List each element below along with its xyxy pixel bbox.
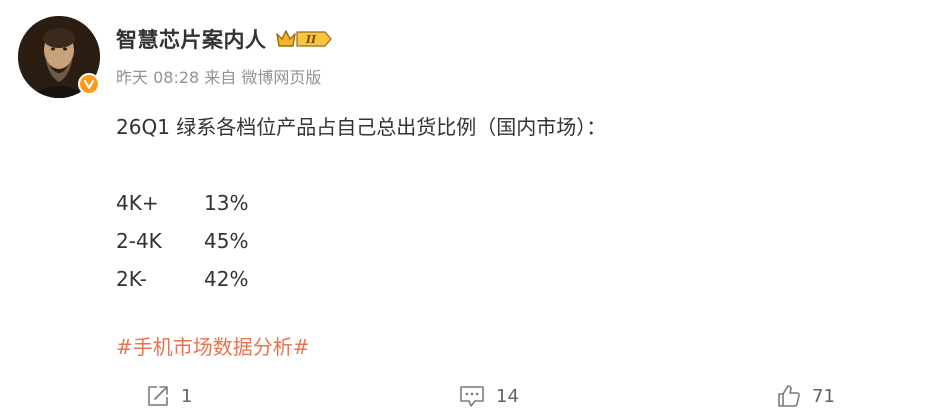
level-badge-text: II	[304, 33, 316, 46]
hashtag-link[interactable]: #手机市场数据分析#	[116, 328, 310, 366]
thumbs-up-icon	[776, 383, 802, 409]
share-row: 4K+ 13%	[116, 184, 606, 222]
post-source: 微博网页版	[241, 68, 322, 87]
share-tier: 2-4K	[116, 229, 162, 253]
share-percent: 45%	[204, 229, 249, 253]
like-button[interactable]: 71	[776, 380, 835, 412]
share-percent: 13%	[204, 191, 249, 215]
comment-icon	[458, 383, 486, 409]
share-tier: 4K+	[116, 191, 159, 215]
crown-level-icon: II	[275, 30, 332, 47]
comment-button[interactable]: 14	[458, 380, 519, 412]
verified-icon	[78, 73, 100, 95]
level-badge[interactable]: II	[275, 27, 335, 51]
share-count: 1	[181, 385, 193, 407]
author-name[interactable]: 智慧芯片案内人	[116, 24, 267, 54]
post-heading: 26Q1 绿系各档位产品占自己总出货比例（国内市场）：	[116, 115, 607, 139]
share-tier: 2K-	[116, 267, 147, 291]
share-row: 2-4K 45%	[116, 222, 606, 260]
post-time[interactable]: 昨天 08:28	[116, 64, 199, 88]
author-header: 智慧芯片案内人 II	[116, 24, 335, 54]
comment-count: 14	[496, 385, 519, 407]
source-prefix: 来自	[204, 68, 237, 87]
post-content: 26Q1 绿系各档位产品占自己总出货比例（国内市场）： 4K+ 13% 2-4K…	[116, 108, 606, 298]
post-meta: 昨天 08:28 来自 微博网页版	[116, 64, 321, 88]
share-icon	[145, 383, 171, 409]
share-button[interactable]: 1	[145, 380, 192, 412]
share-percent: 42%	[204, 267, 249, 291]
like-count: 71	[812, 385, 835, 407]
author-avatar[interactable]	[18, 16, 100, 98]
share-row: 2K- 42%	[116, 260, 606, 298]
